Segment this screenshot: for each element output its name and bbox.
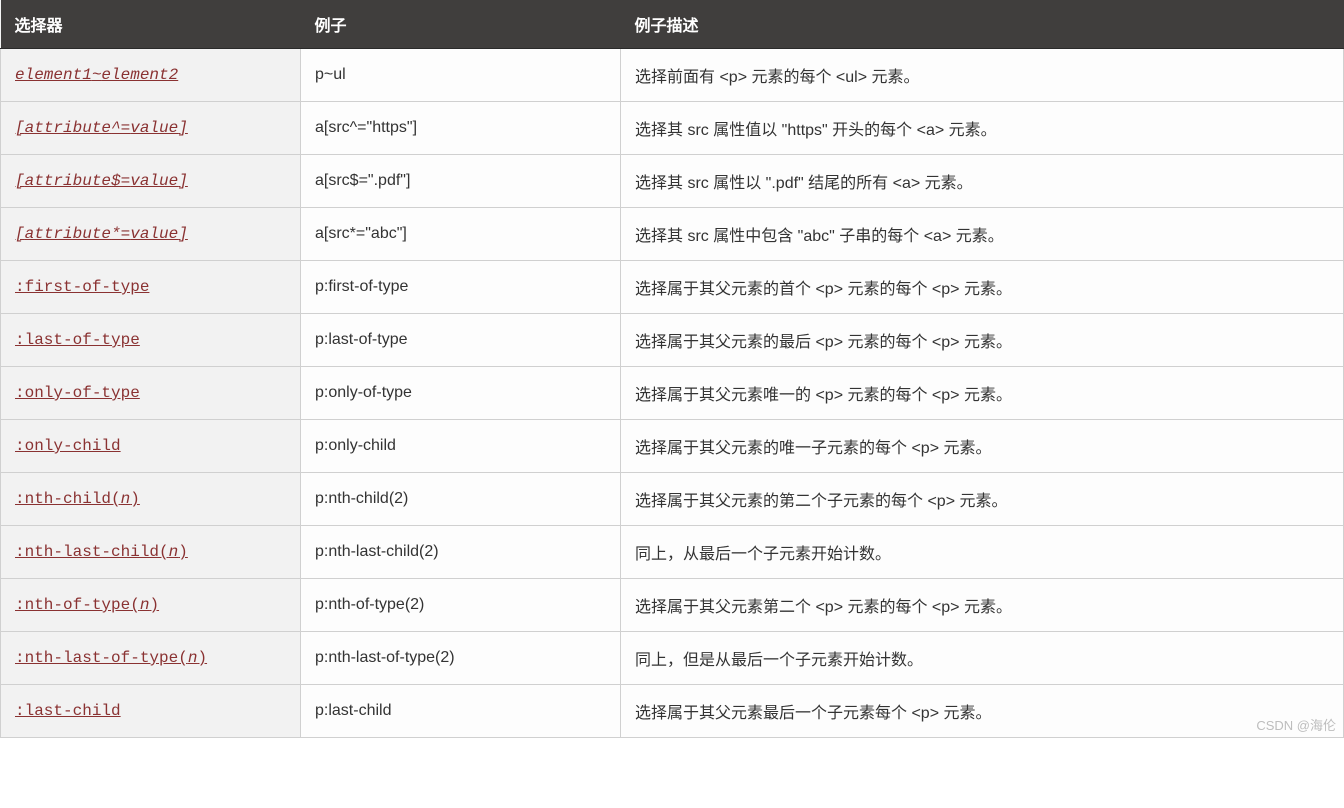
selector-link[interactable]: :only-child bbox=[15, 437, 121, 455]
selector-link[interactable]: :nth-of-type(n) bbox=[15, 596, 159, 614]
cell-description: 选择属于其父元素第二个 <p> 元素的每个 <p> 元素。 bbox=[621, 579, 1344, 632]
table-row: :last-of-type p:last-of-type选择属于其父元素的最后 <… bbox=[1, 314, 1344, 367]
cell-selector: :only-of-type bbox=[1, 367, 301, 420]
cell-description: 选择其 src 属性值以 "https" 开头的每个 <a> 元素。 bbox=[621, 102, 1344, 155]
selector-link[interactable]: element1~element2 bbox=[15, 66, 178, 84]
cell-example: p:last-of-type bbox=[301, 314, 621, 367]
cell-description: 选择属于其父元素的首个 <p> 元素的每个 <p> 元素。 bbox=[621, 261, 1344, 314]
cell-selector: :nth-child(n) bbox=[1, 473, 301, 526]
cell-selector: :last-of-type bbox=[1, 314, 301, 367]
selector-link[interactable]: :only-of-type bbox=[15, 384, 140, 402]
cell-example: p:nth-last-child(2) bbox=[301, 526, 621, 579]
cell-description: 选择属于其父元素的最后 <p> 元素的每个 <p> 元素。 bbox=[621, 314, 1344, 367]
watermark-text: CSDN @海伦 bbox=[1256, 715, 1336, 734]
cell-example: a[src*="abc"] bbox=[301, 208, 621, 261]
table-header-row: 选择器 例子 例子描述 bbox=[1, 0, 1344, 49]
cell-selector: :nth-of-type(n) bbox=[1, 579, 301, 632]
table-row: :first-of-type p:first-of-type选择属于其父元素的首个… bbox=[1, 261, 1344, 314]
cell-description: 选择其 src 属性中包含 "abc" 子串的每个 <a> 元素。 bbox=[621, 208, 1344, 261]
cell-selector: :nth-last-child(n) bbox=[1, 526, 301, 579]
header-example: 例子 bbox=[301, 0, 621, 49]
cell-description: 选择属于其父元素最后一个子元素每个 <p> 元素。 bbox=[621, 685, 1344, 738]
cell-selector: [attribute^=value] bbox=[1, 102, 301, 155]
table-row: :nth-of-type(n) p:nth-of-type(2)选择属于其父元素第… bbox=[1, 579, 1344, 632]
cell-example: p:nth-of-type(2) bbox=[301, 579, 621, 632]
cell-description: 选择属于其父元素的唯一子元素的每个 <p> 元素。 bbox=[621, 420, 1344, 473]
selector-link[interactable]: :last-child bbox=[15, 702, 121, 720]
selector-link[interactable]: [attribute*=value] bbox=[15, 225, 188, 243]
selector-link[interactable]: :nth-child(n) bbox=[15, 490, 140, 508]
cell-description: 选择属于其父元素的第二个子元素的每个 <p> 元素。 bbox=[621, 473, 1344, 526]
selector-link[interactable]: :nth-last-child(n) bbox=[15, 543, 188, 561]
cell-example: a[src^="https"] bbox=[301, 102, 621, 155]
cell-example: p:first-of-type bbox=[301, 261, 621, 314]
selector-link[interactable]: :first-of-type bbox=[15, 278, 149, 296]
cell-selector: [attribute*=value] bbox=[1, 208, 301, 261]
selector-link[interactable]: :nth-last-of-type(n) bbox=[15, 649, 207, 667]
cell-example: p:only-child bbox=[301, 420, 621, 473]
header-description: 例子描述 bbox=[621, 0, 1344, 49]
cell-example: p:nth-child(2) bbox=[301, 473, 621, 526]
cell-description: 选择前面有 <p> 元素的每个 <ul> 元素。 bbox=[621, 49, 1344, 102]
table-row: :nth-child(n) p:nth-child(2)选择属于其父元素的第二个子… bbox=[1, 473, 1344, 526]
header-selector: 选择器 bbox=[1, 0, 301, 49]
selector-link[interactable]: [attribute^=value] bbox=[15, 119, 188, 137]
cell-description: 同上，但是从最后一个子元素开始计数。 bbox=[621, 632, 1344, 685]
cell-description: 同上，从最后一个子元素开始计数。 bbox=[621, 526, 1344, 579]
cell-selector: :only-child bbox=[1, 420, 301, 473]
table-row: [attribute$=value] a[src$=".pdf"]选择其 src … bbox=[1, 155, 1344, 208]
table-row: [attribute*=value] a[src*="abc"]选择其 src 属… bbox=[1, 208, 1344, 261]
cell-example: a[src$=".pdf"] bbox=[301, 155, 621, 208]
cell-selector: element1~element2 bbox=[1, 49, 301, 102]
table-row: :nth-last-child(n) p:nth-last-child(2)同上，… bbox=[1, 526, 1344, 579]
cell-example: p:only-of-type bbox=[301, 367, 621, 420]
cell-description: 选择其 src 属性以 ".pdf" 结尾的所有 <a> 元素。 bbox=[621, 155, 1344, 208]
table-row: :last-child p:last-child选择属于其父元素最后一个子元素每个… bbox=[1, 685, 1344, 738]
cell-example: p:last-child bbox=[301, 685, 621, 738]
cell-selector: :first-of-type bbox=[1, 261, 301, 314]
table-row: :only-child p:only-child选择属于其父元素的唯一子元素的每个… bbox=[1, 420, 1344, 473]
table-row: :only-of-type p:only-of-type选择属于其父元素唯一的 <… bbox=[1, 367, 1344, 420]
selector-link[interactable]: [attribute$=value] bbox=[15, 172, 188, 190]
selector-reference-table: 选择器 例子 例子描述 element1~element2 p~ul选择前面有 <… bbox=[0, 0, 1344, 738]
cell-example: p~ul bbox=[301, 49, 621, 102]
cell-description: 选择属于其父元素唯一的 <p> 元素的每个 <p> 元素。 bbox=[621, 367, 1344, 420]
selector-link[interactable]: :last-of-type bbox=[15, 331, 140, 349]
cell-selector: :last-child bbox=[1, 685, 301, 738]
cell-example: p:nth-last-of-type(2) bbox=[301, 632, 621, 685]
table-row: [attribute^=value] a[src^="https"]选择其 src… bbox=[1, 102, 1344, 155]
cell-selector: :nth-last-of-type(n) bbox=[1, 632, 301, 685]
table-row: :nth-last-of-type(n) p:nth-last-of-type(2… bbox=[1, 632, 1344, 685]
cell-selector: [attribute$=value] bbox=[1, 155, 301, 208]
table-row: element1~element2 p~ul选择前面有 <p> 元素的每个 <ul… bbox=[1, 49, 1344, 102]
